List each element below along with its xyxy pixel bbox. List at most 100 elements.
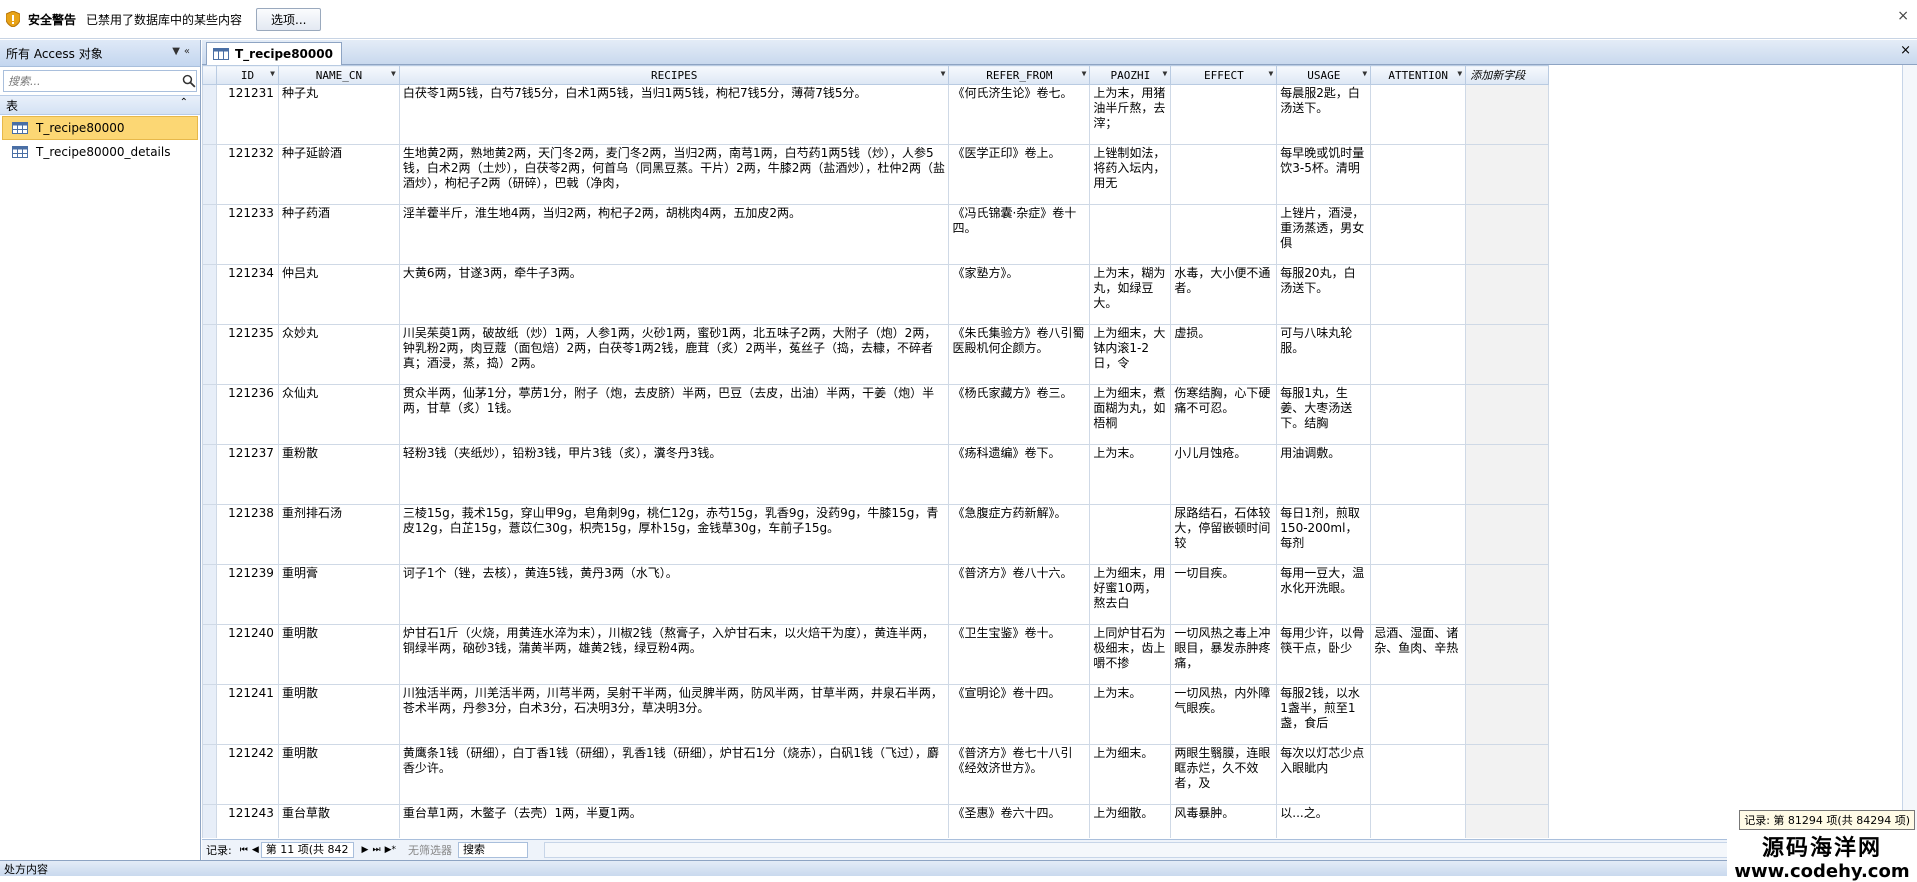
nav-pane-header[interactable]: 所有 Access 对象 ▼« — [0, 40, 200, 67]
cell-refer[interactable]: 《冯氏锦囊·杂症》卷十四。 — [948, 204, 1091, 265]
row-selector[interactable] — [202, 624, 217, 685]
cell-attention[interactable]: 忌酒、湿面、诸杂、鱼肉、辛热 — [1370, 624, 1467, 685]
cell-name[interactable]: 仲吕丸 — [277, 264, 400, 325]
cell-new-field[interactable] — [1465, 744, 1550, 805]
row-selector[interactable] — [202, 744, 217, 805]
row-selector[interactable] — [202, 504, 217, 565]
cell-id[interactable]: 121235 — [215, 324, 279, 385]
cell-new-field[interactable] — [1465, 624, 1550, 685]
cell-id[interactable]: 121242 — [215, 744, 279, 805]
cell-recipes[interactable]: 生地黄2两，熟地黄2两，天门冬2两，麦门冬2两，当归2两，南芎1两，白芍药1两5… — [398, 144, 950, 205]
table-row[interactable]: 121231 种子丸 白茯苓1两5钱，白芍7钱5分，白术1两5钱，当归1两5钱，枸杞… — [202, 84, 1917, 145]
row-selector-header[interactable] — [202, 65, 217, 85]
table-row[interactable]: 121243 重台草散 重台草1两，木鳖子（去壳）1两，半夏1两。 《圣惠》卷六十四。… — [202, 804, 1917, 838]
cell-refer[interactable]: 《朱氏集验方》卷八引蜀医殿机何企颜方。 — [948, 324, 1091, 385]
cell-effect[interactable]: 风毒暴肿。 — [1170, 804, 1278, 838]
cell-recipes[interactable]: 三棱15g，莪术15g，穿山甲9g，皂角刺9g，桃仁12g，赤芍15g，乳香9g… — [398, 504, 950, 565]
filter-indicator[interactable]: 无筛选器 — [408, 842, 452, 858]
cell-attention[interactable] — [1370, 204, 1467, 265]
cell-id[interactable]: 121243 — [215, 804, 279, 838]
dropdown-arrow-icon[interactable]: ▼ — [391, 69, 396, 78]
cell-usage[interactable]: 每用少许，以骨筷干点，卧少 — [1276, 624, 1372, 685]
cell-effect[interactable]: 一切风热之毒上冲眼目，暴发赤肿疼痛， — [1170, 624, 1278, 685]
cell-name[interactable]: 重台草散 — [277, 804, 400, 838]
cell-effect[interactable]: 小儿月蚀疮。 — [1170, 444, 1278, 505]
cell-attention[interactable] — [1370, 744, 1467, 805]
cell-recipes[interactable]: 白茯苓1两5钱，白芍7钱5分，白术1两5钱，当归1两5钱，枸杞7钱5分，薄荷7钱… — [398, 84, 950, 145]
cell-id[interactable]: 121241 — [215, 684, 279, 745]
cell-usage[interactable]: 每服2钱，以水1盏半，煎至1盏，食后 — [1276, 684, 1372, 745]
table-row[interactable]: 121240 重明散 炉甘石1斤（火烧，用黄连水淬为末），川椒2钱（熬膏子，入炉甘石… — [202, 624, 1917, 685]
cell-refer[interactable]: 《普济方》卷七十八引《经效济世方》。 — [948, 744, 1091, 805]
cell-new-field[interactable] — [1465, 204, 1550, 265]
cell-refer[interactable]: 《何氏济生论》卷七。 — [948, 84, 1091, 145]
cell-usage[interactable]: 用油调敷。 — [1276, 444, 1372, 505]
cell-effect[interactable]: 伤寒结胸，心下硬痛不可忍。 — [1170, 384, 1278, 445]
cell-refer[interactable]: 《普济方》卷八十六。 — [948, 564, 1091, 625]
cell-refer[interactable]: 《宣明论》卷十四。 — [948, 684, 1091, 745]
cell-id[interactable]: 121231 — [215, 84, 279, 145]
cell-recipes[interactable]: 淫羊藿半斤，淮生地4两，当归2两，枸杞子2两，胡桃肉4两，五加皮2两。 — [398, 204, 950, 265]
cell-recipes[interactable]: 黄鹰条1钱（研细），白丁香1钱（研细），乳香1钱（研细），炉甘石1分（烧赤），白… — [398, 744, 950, 805]
tab-t-recipe80000[interactable]: T_recipe80000 — [206, 42, 342, 65]
cell-paozhi[interactable]: 上为细末。 — [1089, 744, 1172, 805]
cell-id[interactable]: 121236 — [215, 384, 279, 445]
dropdown-arrow-icon[interactable]: ▼ — [1082, 69, 1087, 78]
collapse-icon[interactable]: ⌃ — [180, 97, 188, 108]
cell-new-field[interactable] — [1465, 504, 1550, 565]
cell-usage[interactable]: 每次以灯芯少点入眼眦内 — [1276, 744, 1372, 805]
cell-paozhi[interactable]: 上为末，糊为丸，如绿豆大。 — [1089, 264, 1172, 325]
cell-new-field[interactable] — [1465, 804, 1550, 838]
nav-group-tables[interactable]: 表 ⌃ — [0, 95, 200, 115]
cell-usage[interactable]: 每日1剂，煎取150-200ml，每剂 — [1276, 504, 1372, 565]
nav-item-t-recipe80000[interactable]: T_recipe80000 — [2, 116, 198, 140]
previous-record-icon[interactable]: ◀ — [252, 845, 259, 855]
cell-attention[interactable] — [1370, 504, 1467, 565]
column-header-effect[interactable]: EFFECT ▼ — [1170, 65, 1278, 85]
cell-attention[interactable] — [1370, 264, 1467, 325]
cell-recipes[interactable]: 川吴茱萸1两，破故纸（炒）1两，人参1两，火砂1两，蜜砂1两，北五味子2两，大附… — [398, 324, 950, 385]
table-row[interactable]: 121238 重剂排石汤 三棱15g，莪术15g，穿山甲9g，皂角刺9g，桃仁12g… — [202, 504, 1917, 565]
cell-paozhi[interactable]: 上为末。 — [1089, 684, 1172, 745]
nav-search-box[interactable] — [3, 70, 197, 92]
cell-refer[interactable]: 《圣惠》卷六十四。 — [948, 804, 1091, 838]
cell-usage[interactable]: 以...之。 — [1276, 804, 1372, 838]
horizontal-scrollbar[interactable] — [543, 842, 1917, 858]
cell-recipes[interactable]: 诃子1个（锉，去核），黄连5钱，黄丹3两（水飞）。 — [398, 564, 950, 625]
cell-effect[interactable] — [1170, 204, 1278, 265]
cell-recipes[interactable]: 大黄6两，甘遂3两，牵牛子3两。 — [398, 264, 950, 325]
row-selector[interactable] — [202, 564, 217, 625]
cell-paozhi[interactable] — [1089, 204, 1172, 265]
options-button[interactable]: 选项... — [256, 7, 322, 31]
table-row[interactable]: 121239 重明膏 诃子1个（锉，去核），黄连5钱，黄丹3两（水飞）。 《普济方》卷… — [202, 564, 1917, 625]
current-record-field[interactable]: 第 11 项(共 842 — [260, 842, 354, 858]
cell-recipes[interactable]: 炉甘石1斤（火烧，用黄连水淬为末），川椒2钱（熬膏子，入炉甘石末，以火焙干为度）… — [398, 624, 950, 685]
cell-id[interactable]: 121238 — [215, 504, 279, 565]
cell-paozhi[interactable]: 上锉制如法，将药入坛内，用无 — [1089, 144, 1172, 205]
add-new-field-header[interactable]: 添加新字段 — [1465, 65, 1550, 85]
table-row[interactable]: 121233 种子药酒 淫羊藿半斤，淮生地4两，当归2两，枸杞子2两，胡桃肉4两，五… — [202, 204, 1917, 265]
cell-new-field[interactable] — [1465, 84, 1550, 145]
cell-paozhi[interactable]: 上为细末，大钵内滚1-2日，令 — [1089, 324, 1172, 385]
dropdown-arrow-icon[interactable]: ▼ — [1362, 69, 1367, 78]
cell-id[interactable]: 121237 — [215, 444, 279, 505]
cell-attention[interactable] — [1370, 804, 1467, 838]
cell-id[interactable]: 121240 — [215, 624, 279, 685]
cell-new-field[interactable] — [1465, 684, 1550, 745]
chevron-down-icon[interactable]: ▼« — [172, 46, 194, 57]
cell-name[interactable]: 种子丸 — [277, 84, 400, 145]
cell-recipes[interactable]: 贯众半两，仙茅1分，葶苈1分，附子（炮，去皮脐）半两，巴豆（去皮，出油）半两，干… — [398, 384, 950, 445]
column-header-attention[interactable]: ATTENTION ▼ — [1370, 65, 1467, 85]
cell-paozhi[interactable]: 上为末。 — [1089, 444, 1172, 505]
cell-refer[interactable]: 《疡科遗编》卷下。 — [948, 444, 1091, 505]
cell-paozhi[interactable]: 上为细末，用好蜜10两，熬去白 — [1089, 564, 1172, 625]
close-icon[interactable]: × — [1900, 43, 1911, 58]
table-row[interactable]: 121242 重明散 黄鹰条1钱（研细），白丁香1钱（研细），乳香1钱（研细），炉甘… — [202, 744, 1917, 805]
table-row[interactable]: 121234 仲吕丸 大黄6两，甘遂3两，牵牛子3两。 《家塾方》。 上为末，糊为丸，如… — [202, 264, 1917, 325]
cell-id[interactable]: 121234 — [215, 264, 279, 325]
cell-name[interactable]: 重剂排石汤 — [277, 504, 400, 565]
cell-new-field[interactable] — [1465, 564, 1550, 625]
cell-id[interactable]: 121233 — [215, 204, 279, 265]
cell-paozhi[interactable] — [1089, 504, 1172, 565]
cell-refer[interactable]: 《家塾方》。 — [948, 264, 1091, 325]
